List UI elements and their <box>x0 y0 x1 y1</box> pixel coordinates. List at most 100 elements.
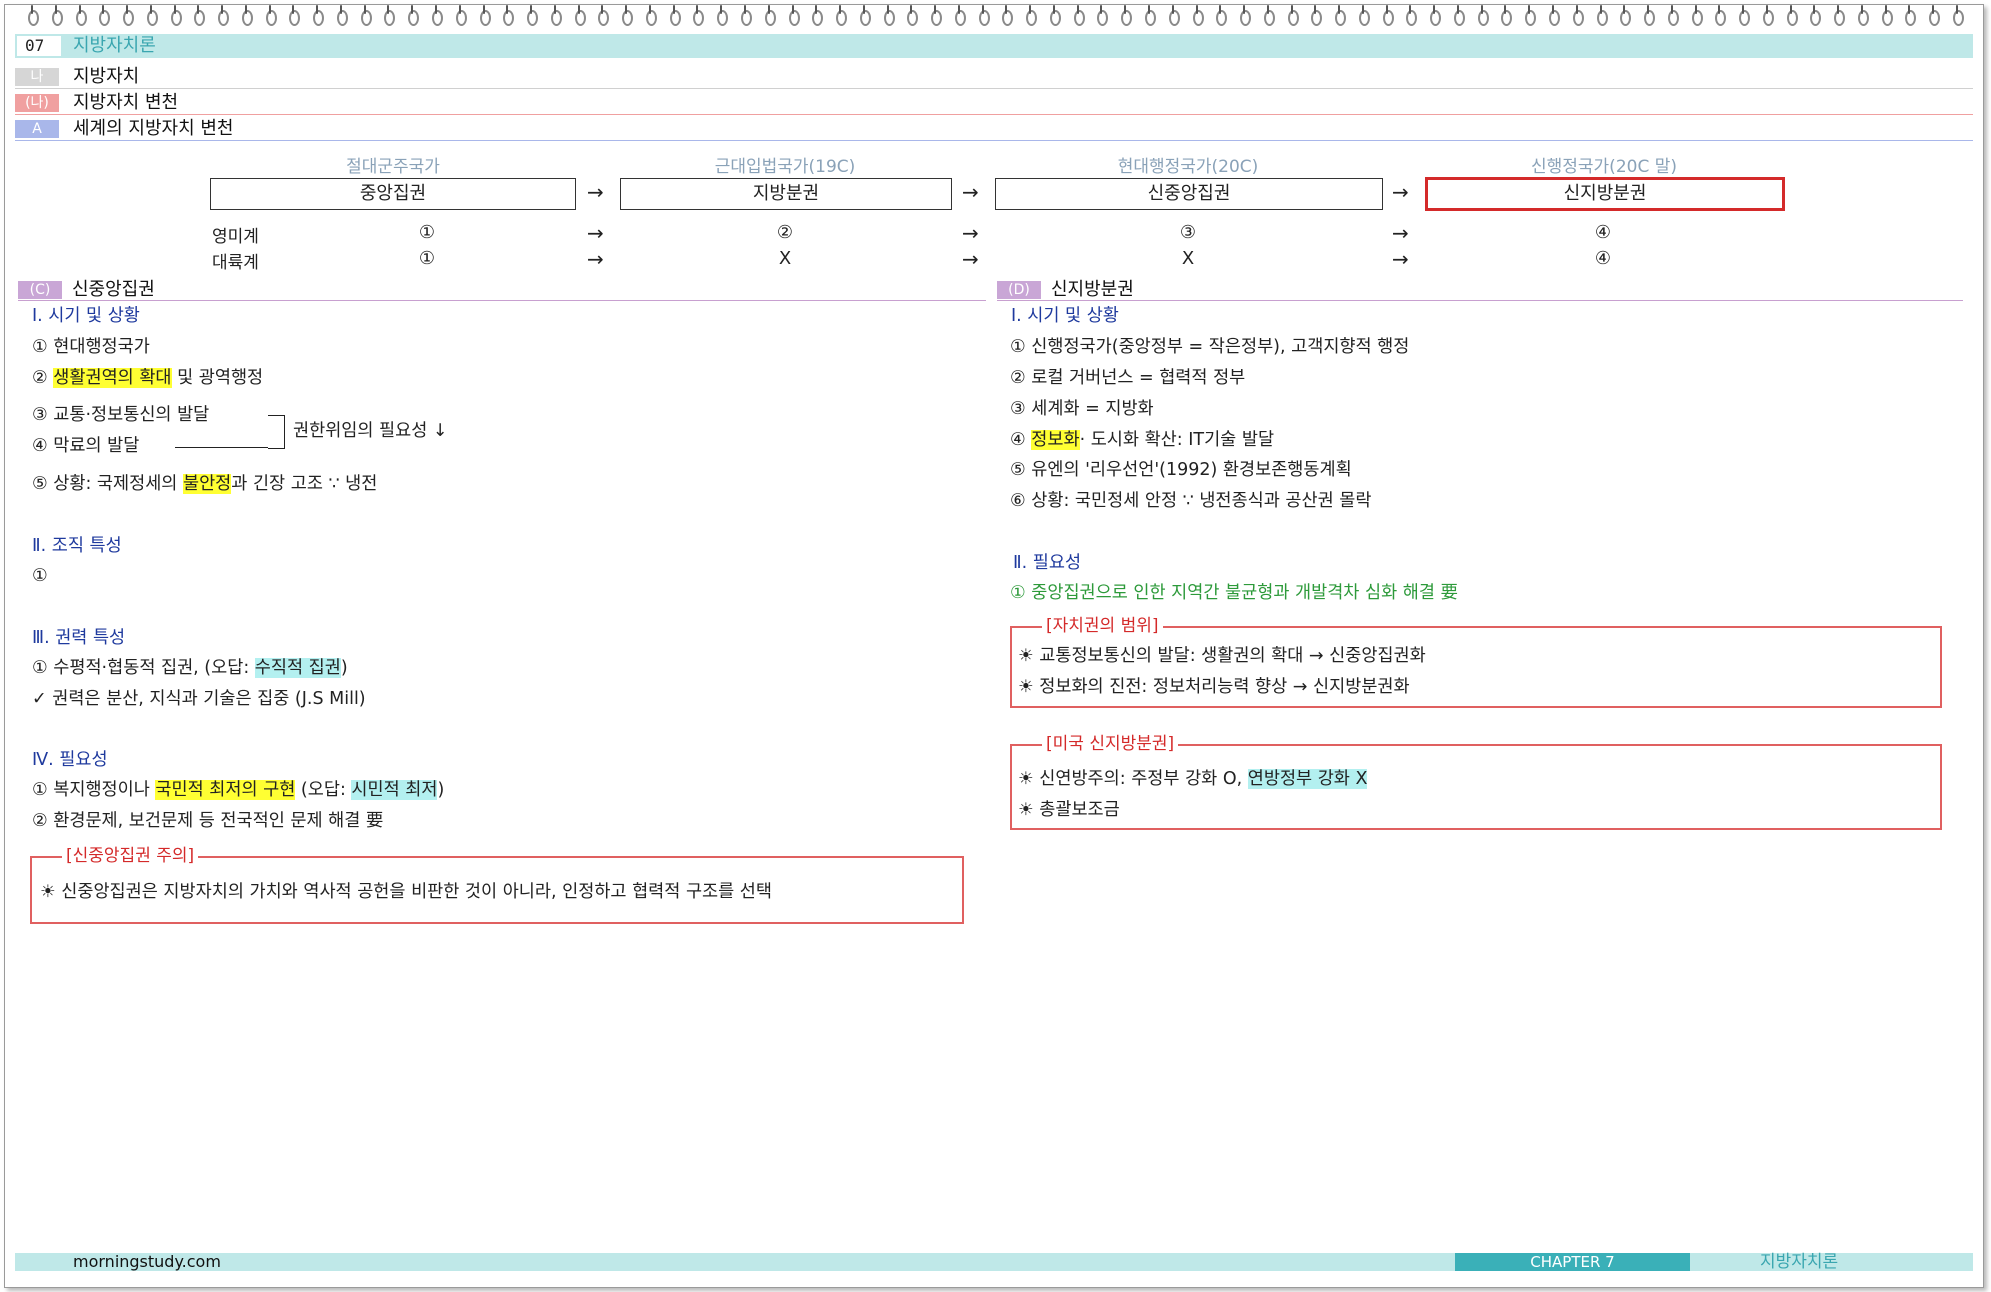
spiral-ring <box>1023 5 1038 26</box>
highlight: 연방정부 강화 X <box>1247 769 1368 789</box>
arrow: → <box>1392 180 1409 204</box>
cell: ④ <box>1594 248 1612 269</box>
spiral-ring <box>1902 5 1917 26</box>
spiral-ring <box>809 5 824 26</box>
heading-text: 세계의 지방자치 변천 <box>73 118 234 139</box>
stage-label: 현대행정국가(20C) <box>1117 157 1259 177</box>
spiral-ring <box>1689 5 1703 26</box>
note-text: ☀ 정보화의 진전: 정보처리능력 향상 → 신지방분권화 <box>1018 677 1410 697</box>
arrow: → <box>1392 221 1409 245</box>
spiral-ring <box>263 5 277 26</box>
bracket-line <box>175 447 268 448</box>
section-title: 신중앙집권 <box>72 279 155 300</box>
spiral-ring <box>239 5 253 26</box>
spiral-ring <box>1570 5 1584 26</box>
spiral-ring <box>1356 5 1370 26</box>
note-caption: [신중앙집권 주의] <box>62 845 199 867</box>
note-box: [신중앙집권 주의] ☀ 신중앙집권은 지방자치의 가치와 역사적 공헌을 비판… <box>30 845 964 924</box>
spiral-ring <box>595 5 610 26</box>
spiral-ring <box>1427 5 1442 26</box>
stage-box-highlighted: 신지방분권 <box>1425 177 1785 211</box>
spiral-ring <box>1451 5 1465 26</box>
arrow: → <box>587 221 604 245</box>
spiral-ring <box>381 5 396 26</box>
spiral-ring <box>453 5 467 26</box>
spiral-ring <box>1332 5 1347 26</box>
stage-label: 신행정국가(20C 말) <box>1530 157 1677 177</box>
list-item: ① 수평적·협동적 집권, (오답: 수직적 집권) <box>32 658 348 678</box>
spiral-ring <box>1807 5 1822 26</box>
list-item: ④ 정보화· 도시화 확산: IT기술 발달 <box>1010 430 1275 450</box>
spiral-ring <box>1641 5 1656 26</box>
arrow: → <box>587 247 604 271</box>
cell: ③ <box>1179 222 1197 243</box>
heading-text: 지방자치 변천 <box>73 92 179 113</box>
heading-text: 지방자치 <box>73 66 140 87</box>
spiral-ring <box>1166 5 1180 26</box>
spiral-ring <box>1380 5 1394 26</box>
spiral-ring <box>120 5 135 26</box>
heading-row-1: 나 지방자치 <box>15 66 1973 89</box>
list-item: ⑥ 상황: 국민정세 안정 ∵ 냉전종식과 공산권 몰락 <box>1010 491 1372 511</box>
note-text: ☀ 신연방주의: 주정부 강화 O, 연방정부 강화 X <box>1018 769 1368 789</box>
heading-tag: A <box>15 120 59 138</box>
list-item: ① <box>32 566 48 586</box>
spiral-ring <box>714 5 729 26</box>
spiral-ring <box>405 5 420 26</box>
spiral-ring <box>738 5 752 26</box>
spiral-ring <box>904 5 919 26</box>
cell: X <box>778 248 792 269</box>
spiral-ring <box>1831 5 1846 26</box>
spiral-ring <box>191 5 206 26</box>
stage-label: 절대군주국가 <box>346 157 440 177</box>
chapter-title: 지방자치론 <box>73 35 156 56</box>
list-item: ① 신행정국가(중앙정부 = 작은정부), 고객지향적 행정 <box>1010 337 1410 357</box>
cell: ① <box>418 222 436 243</box>
list-item: ④ 막료의 발달 <box>32 436 140 456</box>
list-item: ⑤ 상황: 국제정세의 불안정과 긴장 고조 ∵ 냉전 <box>32 474 378 494</box>
bracket-note: 권한위임의 필요성 ↓ <box>293 421 448 441</box>
section-tag: (C) <box>18 281 62 299</box>
spiral-ring <box>168 5 182 26</box>
spiral-ring <box>619 5 634 26</box>
heading-tag: (나) <box>15 94 59 112</box>
list-item: ② 생활권역의 확대 및 광역행정 <box>32 368 264 388</box>
spiral-ring <box>144 5 158 26</box>
footer-bar: morningstudy.com CHAPTER 7 지방자치론 <box>15 1253 1973 1271</box>
footer-chapter: CHAPTER 7 <box>1455 1253 1690 1271</box>
spiral-ring <box>1498 5 1513 26</box>
stage-box: 지방분권 <box>620 178 952 210</box>
list-item: ⑤ 유엔의 '리우선언'(1992) 환경보존행동계획 <box>1010 460 1352 480</box>
spiral-ring <box>1926 5 1941 26</box>
note-text: ☀ 신중앙집권은 지방자치의 가치와 역사적 공헌을 비판한 것이 아니라, 인… <box>40 882 773 902</box>
spiral-ring <box>1665 5 1679 26</box>
spiral-ring <box>1403 5 1418 26</box>
spiral-ring <box>358 5 372 26</box>
chapter-title-bar: 07 지방자치론 <box>15 34 1973 58</box>
subsection-title: Ⅰ. 시기 및 상황 <box>32 306 140 326</box>
subsection-title: Ⅱ. 필요성 <box>1013 553 1082 573</box>
arrow: → <box>962 180 979 204</box>
arrow: → <box>587 180 604 204</box>
list-item: ① 현대행정국가 <box>32 337 150 357</box>
row-label: 대륙계 <box>212 253 259 273</box>
spiral-ring <box>73 5 87 26</box>
subsection-title: Ⅱ. 조직 특성 <box>32 536 122 556</box>
spiral-ring <box>1617 5 1632 26</box>
spiral-ring <box>524 5 539 26</box>
bracket <box>268 415 285 449</box>
spiral-ring <box>548 5 562 26</box>
list-item: ① 중앙집권으로 인한 지역간 불균형과 개발격차 심화 해결 要 <box>1010 583 1458 603</box>
spiral-ring <box>999 5 1014 26</box>
note-caption: [자치권의 범위] <box>1042 615 1163 637</box>
spiral-ring <box>429 5 444 26</box>
note-text: ☀ 총괄보조금 <box>1018 800 1120 820</box>
highlight: 불안정 <box>182 474 232 494</box>
spiral-ring <box>976 5 990 26</box>
spiral-ring <box>1094 5 1109 26</box>
spiral-ring <box>1546 5 1560 26</box>
spiral-ring <box>667 5 681 26</box>
spiral-ring <box>1261 5 1275 26</box>
footer-site: morningstudy.com <box>73 1252 221 1271</box>
section-title: 신지방분권 <box>1051 279 1134 300</box>
